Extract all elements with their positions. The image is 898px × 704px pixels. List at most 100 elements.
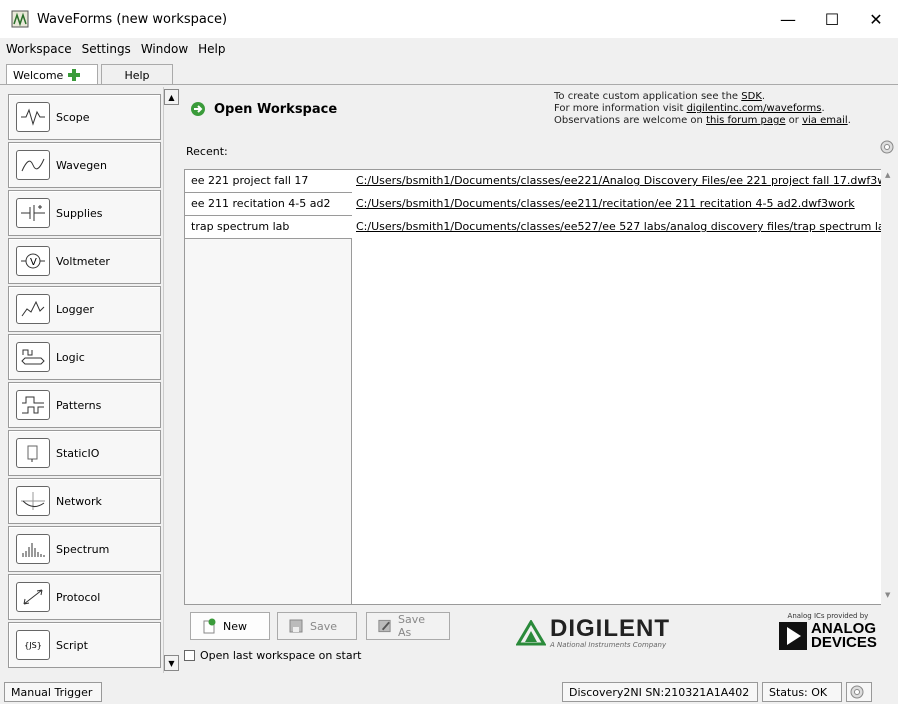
tool-label: Network (56, 494, 102, 508)
analog-provided-by: Analog ICs provided by (787, 612, 869, 620)
wavegen-icon (16, 150, 50, 180)
table-scroll-down-icon[interactable]: ▼ (885, 591, 890, 599)
tool-spectrum-button[interactable]: Spectrum (8, 526, 161, 572)
scroll-down-arrow-icon[interactable]: ▼ (164, 655, 179, 671)
tab-bar: Welcome Help (0, 60, 898, 85)
status-bar: Manual Trigger Discovery2NI SN:210321A1A… (0, 680, 898, 704)
new-document-icon (203, 618, 216, 634)
tool-label: Wavegen (56, 158, 107, 172)
tool-label: Protocol (56, 590, 101, 604)
table-scroll-up-icon[interactable]: ▲ (885, 171, 890, 179)
open-last-workspace-option[interactable]: Open last workspace on start (184, 649, 361, 662)
recent-name-cell[interactable]: trap spectrum lab (185, 216, 352, 239)
recent-name-cell[interactable]: ee 221 project fall 17 (185, 170, 352, 193)
save-button[interactable]: Save (277, 612, 357, 640)
tool-scrollbar[interactable]: ▲ ▼ (163, 87, 179, 673)
tab-divider (0, 84, 898, 85)
protocol-icon (16, 582, 50, 612)
save-as-button[interactable]: Save As (366, 612, 450, 640)
gear-icon[interactable] (879, 139, 895, 155)
info-line2: For more information visit (554, 103, 687, 114)
tool-logic-button[interactable]: Logic (8, 334, 161, 380)
voltmeter-icon: V (16, 246, 50, 276)
open-last-checkbox[interactable] (184, 650, 195, 661)
open-workspace-link[interactable]: Open Workspace (190, 101, 337, 117)
digilent-tagline: A National Instruments Company (550, 641, 667, 649)
recent-label: Recent: (186, 145, 228, 158)
device-info[interactable]: Discovery2NI SN:210321A1A402 (562, 682, 758, 702)
logic-icon (16, 342, 50, 372)
tab-help[interactable]: Help (101, 64, 173, 85)
staticio-icon (16, 438, 50, 468)
tool-script-button[interactable]: {JS} Script (8, 622, 161, 668)
manual-trigger-button[interactable]: Manual Trigger (4, 682, 102, 702)
script-icon-text: {JS} (24, 640, 42, 650)
menu-help[interactable]: Help (192, 42, 229, 56)
instrument-panel: Scope Wavegen Supplies V Voltmeter Logge… (6, 87, 179, 673)
table-scrollbar[interactable]: ▲ ▼ (881, 169, 897, 605)
menu-window[interactable]: Window (135, 42, 192, 56)
scroll-up-arrow-icon[interactable]: ▲ (164, 89, 179, 105)
open-workspace-label: Open Workspace (214, 101, 338, 117)
close-button[interactable]: ✕ (854, 0, 898, 38)
save-icon (289, 619, 303, 633)
website-link[interactable]: digilentinc.com/waveforms (687, 103, 822, 114)
arrow-right-circle-icon (191, 102, 205, 116)
analog-devices-icon (779, 622, 807, 650)
new-button[interactable]: New (190, 612, 270, 640)
tool-label: Patterns (56, 398, 102, 412)
tool-label: Voltmeter (56, 254, 110, 268)
window-title: WaveForms (new workspace) (37, 11, 228, 27)
add-plus-icon[interactable] (67, 68, 81, 82)
recent-path-link[interactable]: C:/Users/bsmith1/Documents/classes/ee211… (354, 193, 883, 216)
analog-devices-logo: Analog ICs provided by ANALOG DEVICES (779, 612, 877, 650)
tool-voltmeter-button[interactable]: V Voltmeter (8, 238, 161, 284)
tool-network-button[interactable]: Network (8, 478, 161, 524)
spectrum-icon (16, 534, 50, 564)
tab-welcome[interactable]: Welcome (6, 64, 98, 85)
sdk-link[interactable]: SDK (741, 91, 762, 102)
forum-link[interactable]: this forum page (706, 115, 785, 126)
status-indicator: Status: OK (762, 682, 842, 702)
scope-icon (16, 102, 50, 132)
tool-scope-button[interactable]: Scope (8, 94, 161, 140)
tool-label: Logger (56, 302, 94, 316)
menu-bar: Workspace Settings Window Help (0, 38, 898, 60)
analog-line2: DEVICES (811, 634, 877, 651)
info-line3: Observations are welcome on (554, 115, 707, 126)
info-text: To create custom application see the SDK… (554, 91, 851, 127)
maximize-button[interactable]: ☐ (810, 0, 854, 38)
tool-label: Script (56, 638, 88, 652)
status-gear-button[interactable] (846, 682, 872, 702)
tab-welcome-label: Welcome (13, 68, 64, 82)
recent-path-link[interactable]: C:/Users/bsmith1/Documents/classes/ee221… (354, 170, 883, 193)
tool-label: Logic (56, 350, 85, 364)
tool-staticio-button[interactable]: StaticIO (8, 430, 161, 476)
tool-label: Scope (56, 110, 90, 124)
menu-settings[interactable]: Settings (76, 42, 135, 56)
tool-logger-button[interactable]: Logger (8, 286, 161, 332)
supplies-icon (16, 198, 50, 228)
network-icon (16, 486, 50, 516)
title-bar: WaveForms (new workspace) — ☐ ✕ (0, 0, 898, 38)
info-punct: . (847, 115, 851, 126)
digilent-triangle-icon (516, 620, 546, 646)
info-line1: To create custom application see the (554, 91, 742, 102)
script-icon: {JS} (16, 630, 50, 660)
minimize-button[interactable]: — (766, 0, 810, 38)
menu-workspace[interactable]: Workspace (0, 42, 76, 56)
tool-protocol-button[interactable]: Protocol (8, 574, 161, 620)
email-link[interactable]: via email (802, 115, 848, 126)
recent-name-cell[interactable]: ee 211 recitation 4-5 ad2 (185, 193, 352, 216)
digilent-name: DIGILENT (550, 615, 670, 642)
save-as-icon (378, 619, 391, 633)
tool-patterns-button[interactable]: Patterns (8, 382, 161, 428)
tool-label: Supplies (56, 206, 103, 220)
logger-icon (16, 294, 50, 324)
gear-icon (850, 685, 864, 699)
info-or: or (785, 115, 803, 126)
recent-path-link[interactable]: C:/Users/bsmith1/Documents/classes/ee527… (354, 216, 883, 239)
info-punct: . (821, 103, 825, 114)
tool-supplies-button[interactable]: Supplies (8, 190, 161, 236)
tool-wavegen-button[interactable]: Wavegen (8, 142, 161, 188)
